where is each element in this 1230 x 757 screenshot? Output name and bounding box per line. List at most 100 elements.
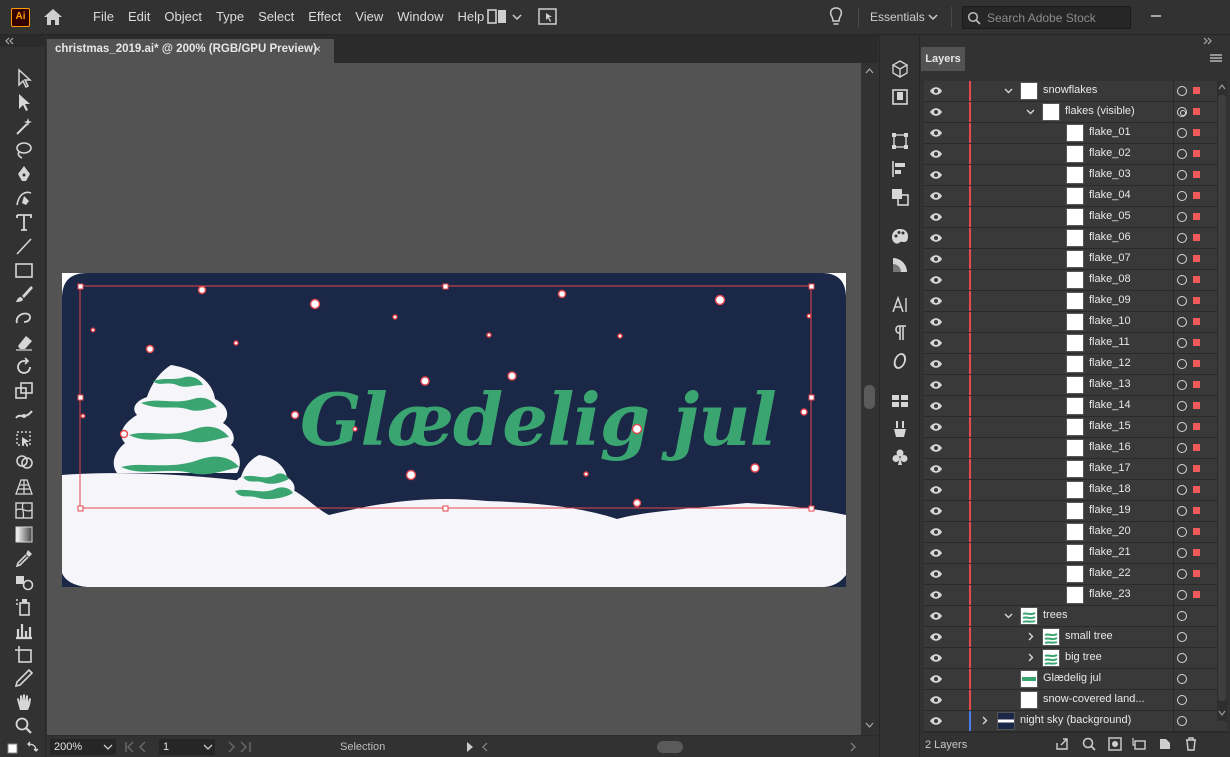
selection-indicator[interactable] [1193, 423, 1200, 430]
artboard[interactable]: Glædelig jul [47, 63, 861, 735]
eye-icon[interactable] [929, 422, 943, 432]
selection-indicator[interactable] [1193, 591, 1200, 598]
layer-row[interactable]: flake_12 [924, 354, 1227, 375]
layer-row[interactable]: flake_01 [924, 123, 1227, 144]
layer-name[interactable]: trees [1043, 609, 1067, 621]
menu-window[interactable]: Window [390, 0, 450, 35]
selection-indicator[interactable] [1193, 129, 1200, 136]
layer-row[interactable]: flake_23 [924, 585, 1227, 606]
trash-icon[interactable] [1183, 736, 1199, 752]
layer-row[interactable]: Glædelig jul [924, 669, 1227, 690]
perspective-grid-tool-icon[interactable] [12, 475, 36, 497]
layer-row[interactable]: flake_02 [924, 144, 1227, 165]
selection-tool-icon[interactable] [12, 67, 36, 89]
layer-row[interactable]: night sky (background) [924, 711, 1227, 732]
curvature-tool-icon[interactable] [12, 187, 36, 209]
slice-tool-icon[interactable] [12, 667, 36, 689]
layer-name[interactable]: flake_19 [1089, 504, 1131, 516]
layer-name[interactable]: big tree [1065, 651, 1102, 663]
target-icon[interactable] [1177, 233, 1187, 243]
layer-row[interactable]: flake_07 [924, 249, 1227, 270]
gpu-performance-icon[interactable] [538, 8, 558, 26]
layer-name[interactable]: flake_17 [1089, 462, 1131, 474]
layer-name[interactable]: flake_14 [1089, 399, 1131, 411]
eye-icon[interactable] [929, 632, 943, 642]
eye-icon[interactable] [929, 464, 943, 474]
layer-name[interactable]: flake_01 [1089, 126, 1131, 138]
eye-icon[interactable] [929, 653, 943, 663]
symbol-sprayer-tool-icon[interactable] [12, 595, 36, 617]
width-tool-icon[interactable] [12, 403, 36, 425]
target-icon[interactable] [1177, 317, 1187, 327]
layer-name[interactable]: flake_05 [1089, 210, 1131, 222]
layer-name[interactable]: flake_02 [1089, 147, 1131, 159]
eyedropper-tool-icon[interactable] [12, 547, 36, 569]
rectangle-tool-icon[interactable] [12, 259, 36, 281]
selection-indicator[interactable] [1193, 318, 1200, 325]
eye-icon[interactable] [929, 506, 943, 516]
layer-row[interactable]: flake_16 [924, 438, 1227, 459]
selection-indicator[interactable] [1193, 213, 1200, 220]
selection-indicator[interactable] [1193, 339, 1200, 346]
layer-row[interactable]: big tree [924, 648, 1227, 669]
document-info-icon[interactable] [890, 87, 910, 107]
gradient-tool-icon[interactable] [12, 523, 36, 545]
layer-row[interactable]: flake_21 [924, 543, 1227, 564]
symbols-icon[interactable] [890, 447, 910, 467]
shape-builder-tool-icon[interactable] [12, 451, 36, 473]
layer-row[interactable]: small tree [924, 627, 1227, 648]
selection-indicator[interactable] [1193, 150, 1200, 157]
vertical-scrollbar[interactable] [861, 63, 878, 735]
target-icon[interactable] [1177, 653, 1187, 663]
layer-name[interactable]: snow-covered land... [1043, 693, 1145, 705]
gradient-panel-icon[interactable] [890, 255, 910, 275]
target-icon[interactable] [1177, 380, 1187, 390]
layer-row[interactable]: flake_03 [924, 165, 1227, 186]
selection-indicator[interactable] [1193, 297, 1200, 304]
layer-row[interactable]: flake_10 [924, 312, 1227, 333]
layer-row[interactable]: flake_08 [924, 270, 1227, 291]
hand-tool-icon[interactable] [12, 691, 36, 713]
selection-indicator[interactable] [1193, 234, 1200, 241]
brushes-icon[interactable] [890, 419, 910, 439]
layer-name[interactable]: small tree [1065, 630, 1113, 642]
eye-icon[interactable] [929, 296, 943, 306]
target-icon[interactable] [1177, 590, 1187, 600]
minimize-window-icon[interactable] [1146, 0, 1166, 20]
layer-row[interactable]: flake_20 [924, 522, 1227, 543]
target-icon[interactable] [1177, 548, 1187, 558]
chevron-down-icon[interactable] [928, 13, 938, 21]
target-icon[interactable] [1177, 506, 1187, 516]
scale-tool-icon[interactable] [12, 379, 36, 401]
target-icon[interactable] [1177, 254, 1187, 264]
menu-select[interactable]: Select [251, 0, 301, 35]
eye-icon[interactable] [929, 695, 943, 705]
chevron-down-icon[interactable] [103, 744, 113, 751]
3d-materials-icon[interactable] [890, 59, 910, 79]
target-icon[interactable] [1177, 674, 1187, 684]
eye-icon[interactable] [929, 191, 943, 201]
layer-row[interactable]: flake_11 [924, 333, 1227, 354]
selection-indicator[interactable] [1193, 108, 1200, 115]
layer-name[interactable]: flake_07 [1089, 252, 1131, 264]
eye-icon[interactable] [929, 611, 943, 621]
lightbulb-icon[interactable] [826, 6, 846, 28]
layer-name[interactable]: flake_08 [1089, 273, 1131, 285]
collapse-panel-icon[interactable] [0, 35, 46, 47]
selection-indicator[interactable] [1193, 192, 1200, 199]
target-icon[interactable] [1177, 422, 1187, 432]
swatches-icon[interactable] [890, 391, 910, 411]
selection-indicator[interactable] [1193, 444, 1200, 451]
eye-icon[interactable] [929, 149, 943, 159]
selection-indicator[interactable] [1193, 507, 1200, 514]
free-transform-tool-icon[interactable] [12, 427, 36, 449]
shaper-tool-icon[interactable] [12, 307, 36, 329]
eye-icon[interactable] [929, 443, 943, 453]
chevron-down-icon[interactable] [1026, 107, 1035, 116]
transform-icon[interactable] [890, 131, 910, 151]
selection-indicator[interactable] [1193, 402, 1200, 409]
target-icon[interactable] [1177, 464, 1187, 474]
selection-indicator[interactable] [1193, 549, 1200, 556]
layer-row[interactable]: trees [924, 606, 1227, 627]
eye-icon[interactable] [929, 527, 943, 537]
